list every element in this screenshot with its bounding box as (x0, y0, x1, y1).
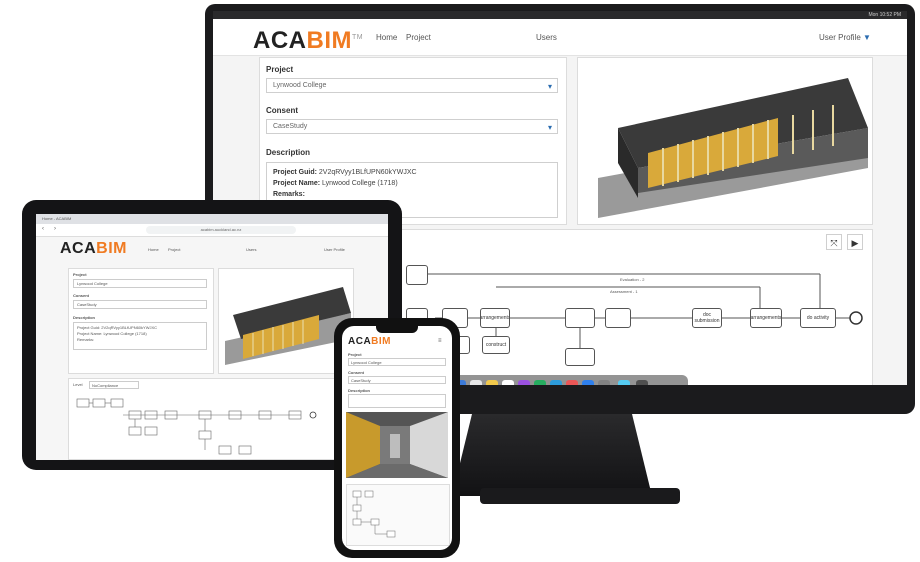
forward-icon[interactable]: › (54, 226, 56, 232)
mac-menubar: Mon 10:52 PM (213, 11, 907, 19)
workflow-task[interactable] (565, 348, 595, 366)
workflow-panel (346, 484, 450, 546)
expand-icon[interactable]: ⤧ (826, 234, 842, 250)
app-store-icon[interactable] (582, 380, 594, 385)
logo-aca: ACA (348, 336, 372, 347)
consent-select[interactable]: CaseStudy ▾ (266, 119, 558, 134)
building-model-render (225, 287, 351, 365)
photos-icon[interactable] (518, 380, 530, 385)
maps-icon[interactable] (534, 380, 546, 385)
project-form-card: Project Lynwood College Consent CaseStud… (68, 268, 214, 374)
workflow-task[interactable]: arrangements (750, 308, 782, 328)
menu-icon[interactable]: ≡ (438, 338, 442, 344)
chevron-down-icon: ▼ (863, 33, 871, 42)
nav-users[interactable]: Users (246, 247, 256, 252)
phone-notch (376, 326, 418, 333)
workflow-task[interactable]: construct (482, 336, 510, 354)
nav-users[interactable]: Users (536, 33, 557, 42)
description-label: Description (348, 388, 371, 393)
nav-project[interactable]: Project (406, 33, 431, 42)
logo-tm: TM (352, 34, 364, 41)
notes-icon[interactable] (470, 380, 482, 385)
user-profile-menu[interactable]: User Profile (324, 247, 345, 252)
logo-aca: ACA (253, 27, 307, 54)
mac-dock (448, 375, 688, 385)
project-label: Project (266, 65, 294, 74)
workflow-task[interactable]: do activity (800, 308, 836, 328)
workflow-diagram (352, 490, 396, 538)
workflow-level-select[interactable]: NoCompliance (89, 381, 139, 389)
bim-model-viewer[interactable] (577, 57, 873, 225)
monitor-stand (452, 414, 652, 496)
project-select[interactable]: Lynwood College ▾ (266, 78, 558, 93)
acabim-logo[interactable]: ACABIM (60, 240, 127, 258)
browser-url-bar: ‹ › acabim.auckland.ac.nz (36, 224, 388, 237)
consent-select[interactable]: CaseStudy (348, 376, 446, 384)
logo-aca: ACA (60, 240, 97, 257)
folder-icon[interactable] (618, 380, 630, 385)
back-icon[interactable]: ‹ (42, 226, 44, 232)
project-name-label: Project Name: (273, 180, 321, 187)
consent-select[interactable]: CaseStudy (73, 300, 207, 309)
remarks-label: Remarks: (273, 191, 305, 198)
settings-icon[interactable] (598, 380, 610, 385)
description-box[interactable]: Project Guid: 2V2qRVyy1BLfUPN60kYWJXC Pr… (73, 322, 207, 350)
nav-home[interactable]: Home (148, 247, 159, 252)
menubar-clock: Mon 10:52 PM (868, 12, 901, 18)
workflow-task[interactable] (605, 308, 631, 328)
workflow-task[interactable]: doc submission (692, 308, 722, 328)
gateway-label: Assessment - 1 (610, 289, 638, 294)
monitor-stand-base (480, 488, 680, 504)
workflow-task[interactable] (406, 265, 428, 285)
workflow-task[interactable] (565, 308, 595, 328)
project-label: Project (73, 272, 87, 277)
logo-bim: BIM (371, 336, 392, 347)
description-label: Description (266, 148, 311, 157)
project-label: Project (348, 352, 362, 357)
browser-tab-bar: Home - ACABIM (36, 214, 388, 224)
chevron-down-icon: ▾ (547, 123, 552, 132)
project-select[interactable]: Lynwood College (73, 279, 207, 288)
gateway-label: Evaluation - 2 (620, 277, 645, 282)
consent-label: Consent (73, 293, 89, 298)
browser-tab-title[interactable]: Home - ACABIM (42, 216, 71, 221)
remarks-line: Remarks: (77, 337, 95, 342)
trash-icon[interactable] (636, 380, 648, 385)
desktop-header: ACABIMTM Home Project Users User Profile… (213, 19, 907, 56)
workflow-diagram (76, 398, 317, 455)
user-profile-menu[interactable]: User Profile ▼ (819, 33, 871, 42)
description-label: Description (73, 315, 96, 320)
guid-label: Project Guid: (273, 169, 317, 176)
acabim-logo[interactable]: ACABIM (348, 336, 391, 347)
user-profile-label: User Profile (819, 33, 861, 42)
logo-bim: BIM (306, 27, 352, 54)
calendar-icon[interactable] (502, 380, 514, 385)
nav-home[interactable]: Home (376, 33, 397, 42)
logo-bim: BIM (96, 240, 127, 257)
building-model-render (598, 78, 868, 218)
workflow-task[interactable]: arrangements (480, 308, 510, 328)
consent-label: Consent (348, 370, 364, 375)
consent-label: Consent (266, 106, 298, 115)
building-interior-render (346, 412, 448, 478)
messages-icon[interactable] (550, 380, 562, 385)
project-name-value: Lynwood College (1718) (322, 180, 398, 187)
music-icon[interactable] (566, 380, 578, 385)
url-field[interactable]: acabim.auckland.ac.nz (146, 226, 296, 234)
project-select[interactable]: Lynwood College (348, 358, 446, 366)
workflow-panel: Level NoCompliance (68, 378, 354, 460)
stickies-icon[interactable] (486, 380, 498, 385)
consent-select-value: CaseStudy (273, 123, 308, 130)
acabim-logo[interactable]: ACABIMTM (253, 25, 363, 54)
guid-value: 2V2qRVyy1BLfUPN60kYWJXC (318, 169, 417, 176)
project-select-value: Lynwood College (273, 82, 327, 89)
nav-project[interactable]: Project (168, 247, 180, 252)
description-box[interactable] (348, 394, 446, 408)
phone-screen: ACABIM ≡ Project Lynwood College Consent… (342, 326, 452, 550)
workflow-level-label: Level (73, 382, 83, 387)
play-icon[interactable]: ▶ (847, 234, 863, 250)
bim-model-viewer[interactable] (346, 412, 448, 478)
chevron-down-icon: ▾ (547, 82, 552, 91)
